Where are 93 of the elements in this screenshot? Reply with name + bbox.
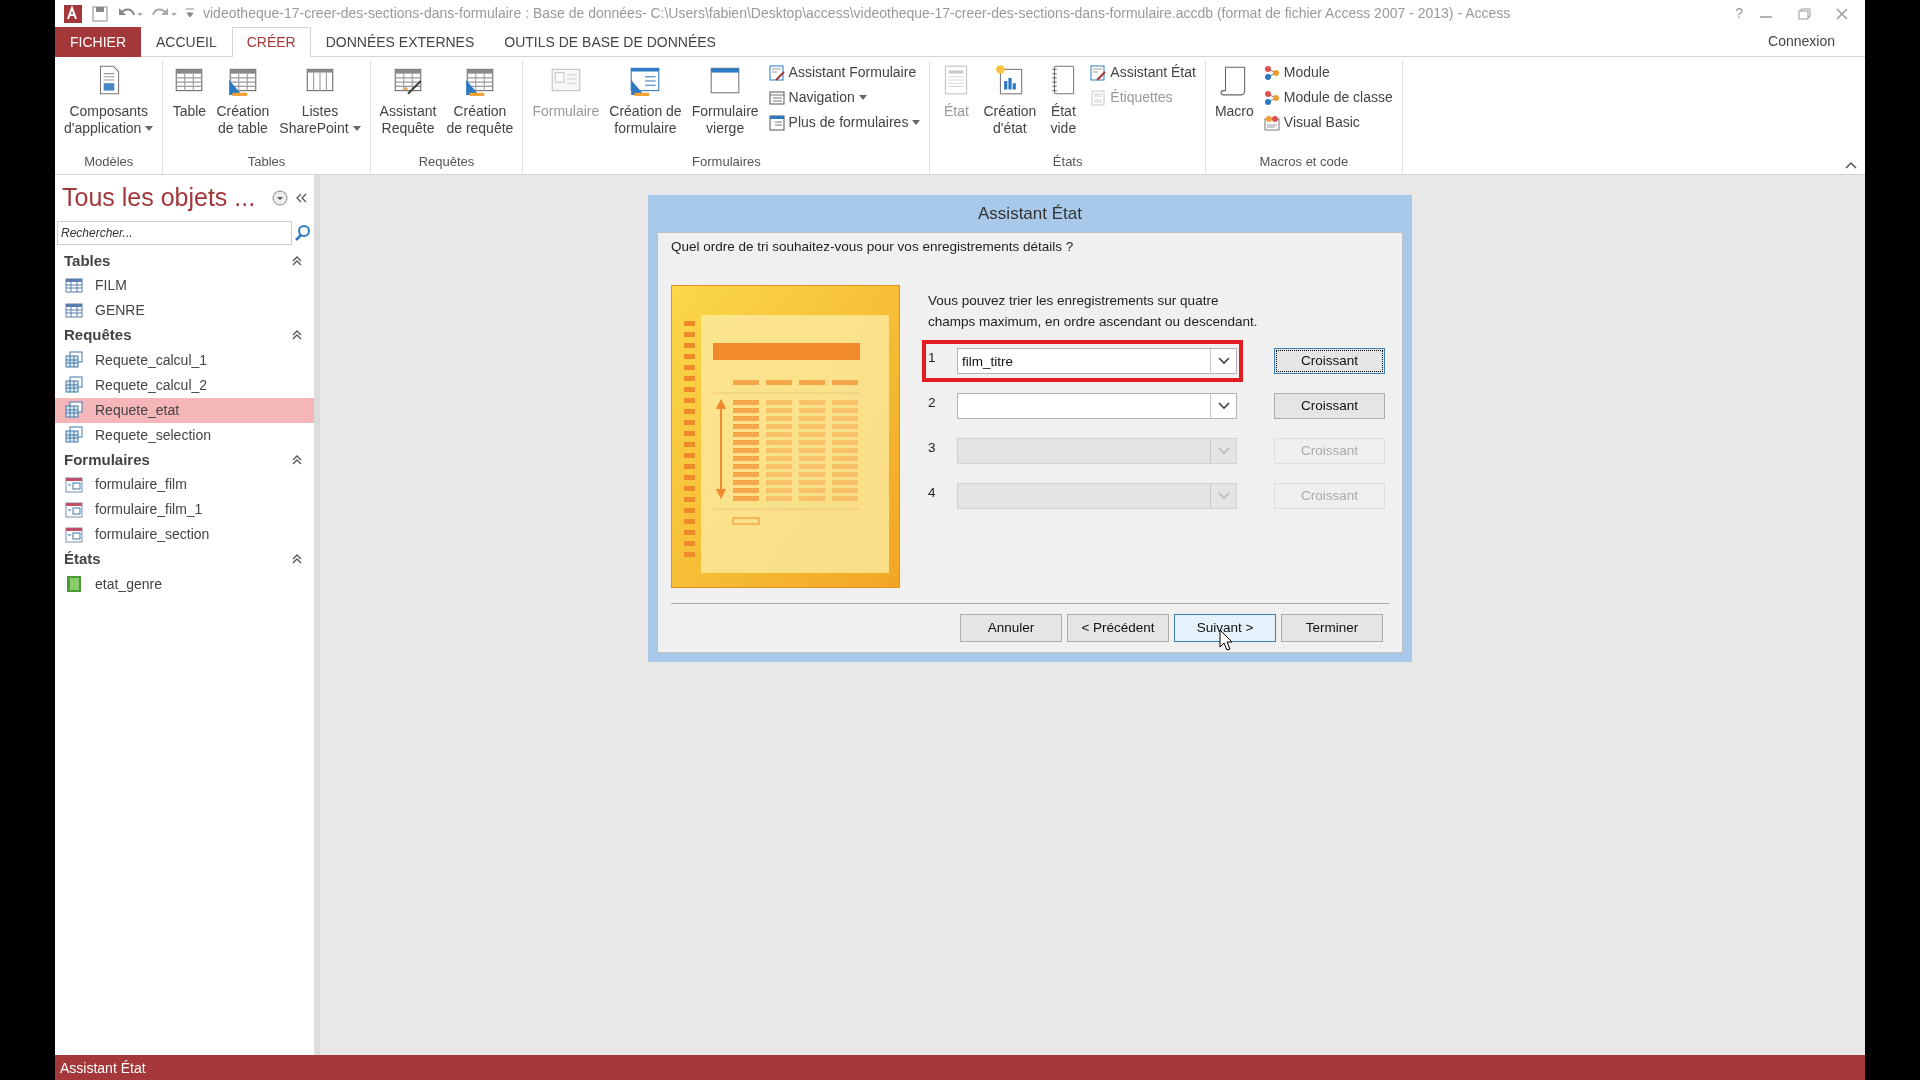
pane-title: Tous les objets ... xyxy=(62,182,257,213)
code-window-icon xyxy=(1263,114,1280,131)
ribbon-button[interactable]: Plus de formulaires xyxy=(765,111,924,134)
labels-icon xyxy=(1090,89,1107,106)
ribbon-button[interactable]: Table xyxy=(169,61,210,122)
file-tab[interactable]: FICHIER xyxy=(55,27,141,57)
group-label: Formulaires xyxy=(691,152,762,171)
ribbon-button[interactable]: Macro xyxy=(1211,61,1257,122)
group-label: Requêtes xyxy=(417,152,476,171)
navigation-item[interactable]: formulaire_section xyxy=(55,522,314,547)
ribbon-tab[interactable]: ACCUEIL xyxy=(141,27,232,57)
ribbon-button[interactable]: Module de classe xyxy=(1260,86,1396,109)
ribbon-button[interactable]: Navigation xyxy=(765,86,924,109)
report-icon xyxy=(65,575,83,593)
group-label: Tables xyxy=(246,152,287,171)
collapse-chevron-icon[interactable] xyxy=(292,553,302,566)
caret-icon xyxy=(145,126,154,133)
search-icon[interactable] xyxy=(294,223,312,242)
navigation-item[interactable]: GENRE xyxy=(55,298,314,323)
form-icon xyxy=(65,525,83,544)
window-title: videotheque-17-creer-des-sections-dans-formulaire : Base de données- C:\Users\fabien\Desktop\access\videotheque-17-creer-des-sections-dans-formulaire.accdb (format de fichier Access 2007 - 2013) - Access xyxy=(203,4,1512,23)
row-number: 4 xyxy=(928,484,937,503)
group-label: États xyxy=(1051,152,1084,171)
group-header[interactable]: Formulaires xyxy=(64,448,150,471)
sort-order-button[interactable]: Croissant xyxy=(1274,348,1385,375)
wizard-button[interactable]: Terminer xyxy=(1281,614,1383,643)
collapse-chevron-icon[interactable] xyxy=(292,254,302,267)
row-number: 2 xyxy=(928,394,937,413)
ribbon-button[interactable]: Module xyxy=(1260,61,1396,84)
molecule-icon xyxy=(1263,89,1280,106)
query-icon xyxy=(65,376,83,394)
table-icon xyxy=(65,276,83,295)
group-header[interactable]: États xyxy=(64,548,101,571)
ribbon-button[interactable]: Listes SharePoint xyxy=(276,61,364,139)
ribbon-button[interactable]: Visual Basic xyxy=(1260,111,1396,134)
wizard-button[interactable]: Annuler xyxy=(960,614,1062,643)
navigation-item[interactable]: Requete_calcul_1 xyxy=(55,347,314,373)
navigation-item[interactable]: Requete_selection xyxy=(55,422,314,448)
navigation-item[interactable]: formulaire_film_1 xyxy=(55,497,314,522)
search-field[interactable]: Rechercher... xyxy=(57,220,292,245)
table-icon xyxy=(65,301,83,320)
form-icon xyxy=(65,500,83,519)
ribbon-tab[interactable]: OUTILS DE BASE DE DONNÉES xyxy=(489,27,731,57)
caret-icon xyxy=(912,119,921,126)
group-label: Macros et code xyxy=(1258,152,1350,171)
save-icon[interactable] xyxy=(91,4,109,23)
question-text: Quel ordre de tri souhaitez-vous pour vos enregistrements détails ? xyxy=(671,238,1075,256)
ribbon-tab[interactable]: DONNÉES EXTERNES xyxy=(310,27,490,57)
ribbon-button[interactable]: Création de requête xyxy=(443,61,517,139)
wizard-button[interactable]: < Précédent xyxy=(1067,614,1169,643)
ribbon-button[interactable]: État vide xyxy=(1043,61,1084,139)
molecule-icon xyxy=(1263,64,1280,81)
wizard-icon xyxy=(768,64,785,81)
sort-field-dropdown[interactable]: film_titre xyxy=(956,348,1237,375)
form-icon xyxy=(65,475,83,494)
form-icon xyxy=(768,114,785,131)
window-icon xyxy=(768,89,785,106)
ribbon-button[interactable]: Création d'état xyxy=(980,61,1040,139)
row-number: 3 xyxy=(928,439,937,458)
instruction-text: Vous pouvez trier les enregistrements sur quatre champs maximum, en ordre ascendant ou descendant. xyxy=(928,292,1259,331)
sort-field-dropdown[interactable] xyxy=(956,393,1237,420)
caret-icon xyxy=(352,126,361,133)
collapse-chevron-icon[interactable] xyxy=(292,329,302,342)
app-logo-icon xyxy=(63,3,83,24)
status-text: Assistant État xyxy=(60,1060,146,1076)
navigation-item[interactable]: formulaire_film xyxy=(55,472,314,497)
group-header[interactable]: Tables xyxy=(64,249,111,272)
navigation-item[interactable]: Requete_etat xyxy=(55,397,314,423)
ribbon-tab[interactable]: CRÉER xyxy=(231,27,311,57)
group-label: Modèles xyxy=(83,152,135,171)
navigation-item[interactable]: FILM xyxy=(55,273,314,298)
row-number: 1 xyxy=(928,349,937,368)
wizard-icon xyxy=(1090,64,1107,81)
query-icon xyxy=(65,351,83,369)
query-icon xyxy=(65,401,83,419)
ribbon-button[interactable]: Assistant État xyxy=(1087,61,1199,84)
ribbon-button[interactable]: Formulaire vierge xyxy=(688,61,762,139)
dropdown-circle-icon[interactable] xyxy=(272,189,288,206)
navigation-item[interactable]: Requete_calcul_2 xyxy=(55,372,314,398)
collapse-chevron-icon[interactable] xyxy=(292,453,302,466)
sort-order-button[interactable]: Croissant xyxy=(1274,393,1385,420)
ribbon-button[interactable]: Création de formulaire xyxy=(606,61,685,139)
ribbon-button[interactable]: Assistant Requête xyxy=(376,61,440,139)
navigation-item[interactable]: etat_genre xyxy=(55,571,314,597)
ribbon-button[interactable]: Composants d'application xyxy=(61,61,157,139)
dialog-title: Assistant État xyxy=(977,203,1083,225)
collapse-ribbon-icon[interactable] xyxy=(1845,160,1857,170)
query-icon xyxy=(65,426,83,444)
group-header[interactable]: Requêtes xyxy=(64,324,132,347)
sign-in-link[interactable]: Connexion xyxy=(1768,31,1865,52)
ribbon-button[interactable]: Assistant Formulaire xyxy=(765,61,924,84)
caret-icon xyxy=(858,94,867,101)
ribbon-button[interactable]: Création de table xyxy=(213,61,273,139)
